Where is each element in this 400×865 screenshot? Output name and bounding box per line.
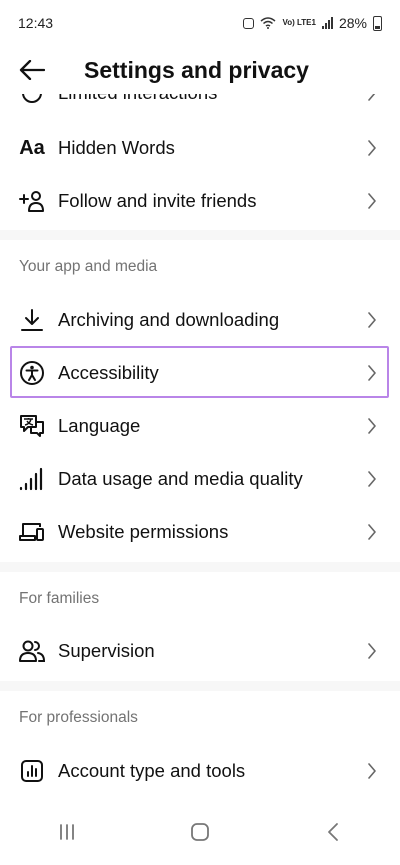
chevron-right-icon bbox=[360, 643, 384, 659]
row-label: Website permissions bbox=[58, 521, 229, 542]
settings-list[interactable]: Limited interactions Aa Hidden Words Fol… bbox=[0, 94, 400, 799]
row-limited-interactions[interactable]: Limited interactions bbox=[0, 94, 400, 119]
page-title: Settings and privacy bbox=[84, 56, 309, 83]
chevron-right-icon bbox=[360, 193, 384, 209]
recent-apps-icon bbox=[59, 824, 74, 840]
cell-signal-icon bbox=[321, 17, 333, 29]
row-language[interactable]: Language bbox=[0, 400, 400, 452]
row-label: Follow and invite friends bbox=[58, 190, 257, 211]
devices-icon bbox=[18, 518, 46, 546]
section-divider bbox=[0, 230, 400, 240]
section-title-app-media: Your app and media bbox=[19, 258, 158, 275]
download-icon bbox=[18, 306, 46, 334]
nav-back-icon bbox=[328, 823, 339, 841]
home-button[interactable] bbox=[170, 812, 230, 852]
status-time: 12:43 bbox=[18, 15, 54, 31]
battery-icon bbox=[373, 15, 382, 31]
nav-back-button[interactable] bbox=[303, 812, 363, 852]
recent-apps-button[interactable] bbox=[37, 812, 97, 852]
signal-bars-icon bbox=[18, 465, 46, 493]
language-icon bbox=[18, 412, 46, 440]
limited-interactions-icon bbox=[18, 94, 46, 107]
row-hidden-words[interactable]: Aa Hidden Words bbox=[0, 122, 400, 174]
accessibility-icon bbox=[18, 359, 46, 387]
chevron-right-icon bbox=[360, 312, 384, 328]
volte-label: Vo) LTE1 bbox=[282, 18, 316, 27]
system-nav-bar bbox=[0, 799, 400, 865]
row-website-permissions[interactable]: Website permissions bbox=[0, 506, 400, 558]
chevron-right-icon bbox=[360, 94, 384, 101]
row-archiving[interactable]: Archiving and downloading bbox=[0, 294, 400, 346]
row-label: Data usage and media quality bbox=[58, 468, 303, 489]
section-title-families: For families bbox=[19, 590, 100, 607]
row-account-type[interactable]: Account type and tools bbox=[0, 745, 400, 797]
row-accessibility[interactable]: Accessibility bbox=[0, 347, 400, 399]
chevron-right-icon bbox=[360, 418, 384, 434]
row-label: Accessibility bbox=[58, 362, 159, 383]
row-label: Account type and tools bbox=[58, 760, 246, 781]
row-label: Hidden Words bbox=[58, 137, 175, 158]
chevron-right-icon bbox=[360, 365, 384, 381]
row-label: Archiving and downloading bbox=[58, 309, 280, 330]
status-bar: 12:43 Vo) LTE1 28% bbox=[0, 0, 400, 46]
back-arrow-icon bbox=[19, 60, 45, 80]
row-label: Supervision bbox=[58, 640, 155, 661]
add-person-icon bbox=[18, 187, 46, 215]
status-icons: Vo) LTE1 28% bbox=[243, 15, 382, 31]
hidden-words-icon: Aa bbox=[19, 136, 45, 159]
chart-icon bbox=[18, 757, 46, 785]
row-supervision[interactable]: Supervision bbox=[0, 625, 400, 677]
wifi-icon bbox=[260, 17, 276, 29]
chevron-right-icon bbox=[360, 524, 384, 540]
battery-percent: 28% bbox=[338, 15, 367, 31]
chevron-right-icon bbox=[360, 763, 384, 779]
section-divider bbox=[0, 562, 400, 572]
row-label: Language bbox=[58, 415, 141, 436]
row-data-usage[interactable]: Data usage and media quality bbox=[0, 453, 400, 505]
supervision-icon bbox=[18, 637, 46, 665]
row-label: Limited interactions bbox=[58, 94, 360, 104]
chevron-right-icon bbox=[360, 140, 384, 156]
section-divider bbox=[0, 681, 400, 691]
back-button[interactable] bbox=[4, 46, 60, 94]
app-header: Settings and privacy bbox=[0, 46, 400, 94]
section-title-professionals: For professionals bbox=[19, 709, 138, 726]
home-icon bbox=[191, 823, 209, 841]
row-follow-invite[interactable]: Follow and invite friends bbox=[0, 175, 400, 227]
notification-icon bbox=[243, 17, 255, 29]
chevron-right-icon bbox=[360, 471, 384, 487]
